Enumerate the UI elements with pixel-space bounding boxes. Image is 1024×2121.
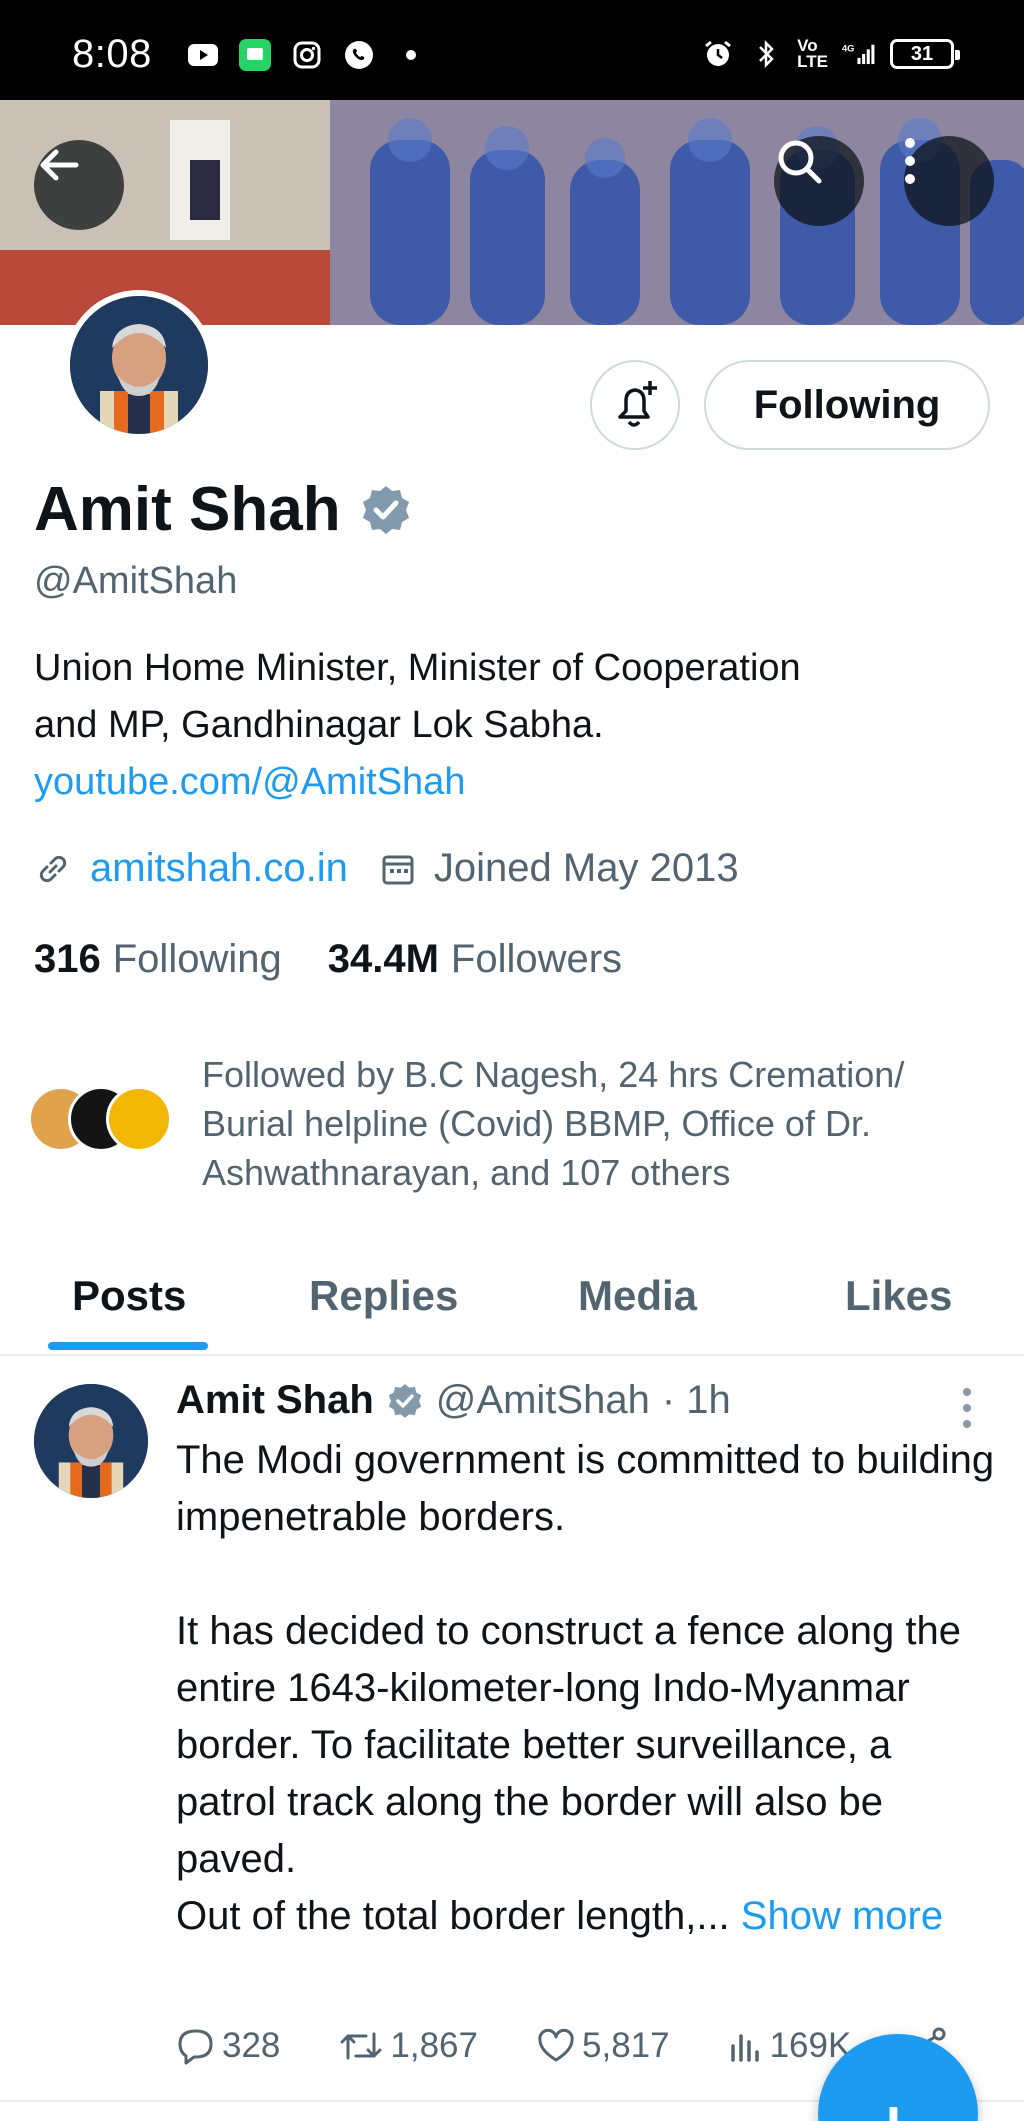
following-stat[interactable]: 316 Following (34, 937, 282, 982)
post-more-options-icon[interactable] (952, 1388, 982, 1428)
profile-avatar[interactable] (64, 290, 214, 440)
volte-icon: Vo LTE (797, 36, 828, 71)
followers-label: Followers (450, 937, 623, 981)
follow-stats: 316 Following 34.4M Followers (34, 937, 622, 982)
notification-icons (186, 39, 428, 71)
joined-item: Joined May 2013 (380, 846, 739, 891)
messages-icon (238, 39, 272, 71)
bio-link[interactable]: youtube.com/@AmitShah (34, 754, 994, 811)
notifications-bell-button[interactable] (590, 360, 680, 450)
repost-button[interactable]: 1,867 (338, 2026, 478, 2066)
battery-indicator: 31 (890, 39, 960, 69)
verified-badge-icon[interactable] (359, 483, 413, 537)
mutual-avatar-3 (106, 1086, 172, 1152)
repost-count: 1,867 (390, 2026, 478, 2065)
post-author-handle[interactable]: @AmitShah (436, 1378, 650, 1423)
svg-text:4G: 4G (842, 44, 854, 54)
plus-icon: + (873, 2084, 914, 2121)
profile-meta: amitshah.co.in Joined May 2013 (34, 846, 771, 891)
website-item[interactable]: amitshah.co.in (34, 846, 348, 891)
post-avatar[interactable] (34, 1384, 148, 1498)
search-icon (778, 140, 822, 184)
alarm-icon (701, 39, 735, 69)
show-more-link[interactable]: Show more (741, 1894, 943, 1938)
status-time: 8:08 (72, 32, 152, 76)
repost-icon (340, 2032, 382, 2060)
followed-by-text: Followed by B.C Nagesh, 24 hrs Cremation… (202, 1054, 905, 1193)
status-bar: 8:08 Vo LTE 4G 31 (0, 0, 1024, 100)
post-header: Amit Shah @AmitShah · 1h (176, 1378, 731, 1423)
profile-name: Amit Shah (34, 474, 413, 545)
following-button[interactable]: Following (704, 360, 990, 450)
views-chart-icon (730, 2034, 759, 2062)
youtube-icon (186, 40, 220, 70)
whatsapp-icon (342, 40, 376, 70)
profile-handle: @AmitShah (34, 560, 238, 602)
heart-icon (538, 2028, 574, 2062)
reply-count: 328 (222, 2026, 281, 2065)
profile-tabs: Posts Replies Media Likes (0, 1250, 1024, 1356)
calendar-icon (382, 855, 414, 884)
verified-badge-icon (388, 1383, 421, 1418)
views-button[interactable]: 169K (728, 2026, 851, 2066)
more-options-button[interactable] (904, 136, 994, 226)
post-author-name[interactable]: Amit Shah (176, 1378, 374, 1423)
reply-icon (178, 2029, 213, 2065)
bio-line-2: and MP, Gandhinagar Lok Sabha. (34, 704, 604, 746)
instagram-icon (290, 40, 324, 70)
more-vertical-icon (905, 138, 915, 184)
followers-count: 34.4M (327, 937, 439, 981)
profile-bio: Union Home Minister, Minister of Coopera… (34, 640, 994, 811)
following-count: 316 (34, 937, 101, 981)
dot-icon (394, 40, 428, 70)
system-icons: Vo LTE 4G 31 (701, 36, 960, 71)
post-avatar-image (34, 1384, 148, 1498)
reply-button[interactable]: 328 (176, 2026, 280, 2066)
profile-name-text: Amit Shah (34, 475, 341, 544)
post-time: · 1h (661, 1378, 731, 1422)
joined-date: Joined May 2013 (433, 846, 739, 890)
bluetooth-icon (749, 39, 783, 69)
link-icon (39, 855, 67, 882)
tab-media[interactable]: Media (578, 1272, 697, 1320)
bio-line-1: Union Home Minister, Minister of Coopera… (34, 647, 801, 689)
arrow-left-icon (40, 149, 79, 181)
tab-posts[interactable]: Posts (72, 1272, 186, 1320)
back-button[interactable] (34, 140, 124, 230)
signal-4g-icon: 4G (842, 39, 876, 69)
followed-by-section[interactable]: Followed by B.C Nagesh, 24 hrs Cremation… (28, 1050, 998, 1197)
like-count: 5,817 (582, 2026, 670, 2065)
bell-plus-icon (618, 381, 657, 427)
tab-likes[interactable]: Likes (845, 1272, 952, 1320)
mutual-avatars (28, 1086, 172, 1156)
following-label: Following (112, 937, 282, 981)
active-tab-indicator (48, 1342, 208, 1350)
website-link[interactable]: amitshah.co.in (90, 846, 348, 891)
avatar-image (70, 296, 208, 434)
post-text-container[interactable]: The Modi government is committed to buil… (176, 1432, 996, 1945)
like-button[interactable]: 5,817 (536, 2026, 670, 2066)
tab-replies[interactable]: Replies (309, 1272, 458, 1320)
followers-stat[interactable]: 34.4M Followers (328, 937, 622, 982)
search-button[interactable] (774, 136, 864, 226)
post-text: The Modi government is committed to buil… (176, 1438, 995, 1938)
